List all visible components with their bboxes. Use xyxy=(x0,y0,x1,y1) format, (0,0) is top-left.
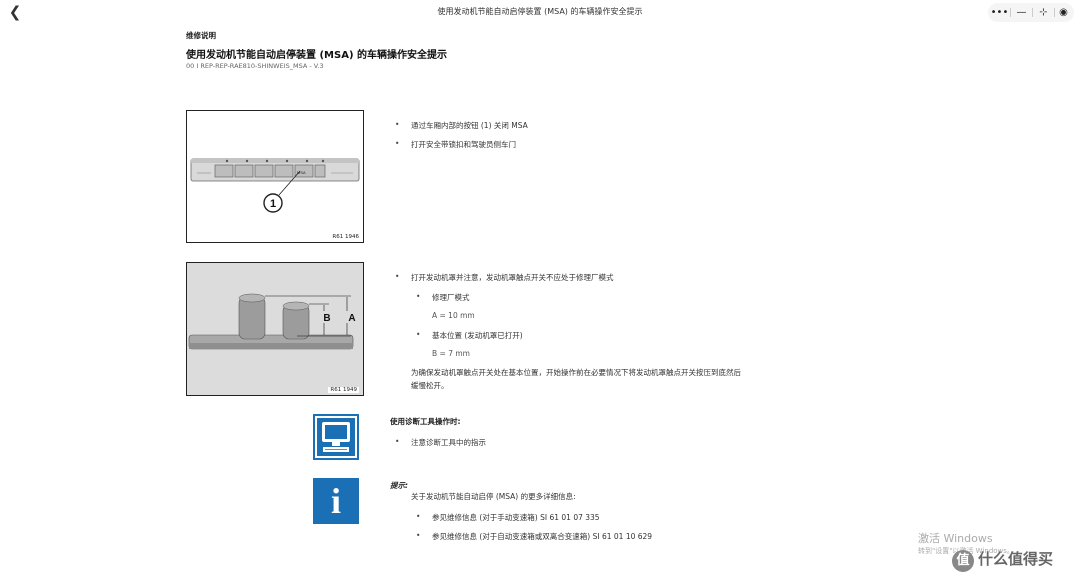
dimension-value: B = 7 mm xyxy=(432,349,470,358)
instruction-paragraph: 为确保发动机罩触点开关处在基本位置，开始操作前在必要情况下将发动机罩触点开关按压… xyxy=(411,368,741,390)
brand-logo-icon: 值 xyxy=(952,550,974,572)
title-bar: ❮ 使用发动机节能自动启停装置 (MSA) 的车辆操作安全提示 ••• — ⊹ … xyxy=(0,0,1080,26)
section-label: 维修说明 xyxy=(186,31,216,40)
diagnostic-monitor-icon xyxy=(313,414,359,460)
sub-list-item: 基本位置 (发动机罩已打开) xyxy=(416,330,523,341)
list-item: 参见维修信息 (对于自动变速箱或双离合变速箱) SI 61 01 10 629 xyxy=(416,531,652,542)
brand-watermark-text: 什么值得买 xyxy=(978,550,1054,568)
figure-reference: R61 1949 xyxy=(328,387,359,393)
more-icon[interactable]: ••• xyxy=(989,3,1010,22)
sub-list-item: 修理厂模式 xyxy=(416,292,469,303)
hood-switch-illustration: B A xyxy=(188,293,356,350)
document-reference: 00 I REP-REP-RAE810-SHINWEIS_MSA - V.3 xyxy=(186,62,324,70)
list-item: 注意诊断工具中的指示 xyxy=(395,437,486,448)
info-glyph: i xyxy=(330,481,341,521)
callout-number: 1 xyxy=(270,198,276,210)
activate-windows-watermark: 激活 Windows xyxy=(918,532,993,545)
list-item: 打开安全带锁扣和驾驶员侧车门 xyxy=(395,139,516,150)
minimize-icon[interactable]: — xyxy=(1011,3,1032,22)
dimension-b-label: B xyxy=(323,313,330,324)
dimension-a-label: A xyxy=(348,313,355,324)
close-icon[interactable]: ◉ xyxy=(1053,3,1074,22)
dimension-value: A = 10 mm xyxy=(432,311,475,320)
list-item: 打开发动机罩并注意，发动机罩触点开关不应处于修理厂模式 xyxy=(395,272,613,283)
list-item: 通过车厢内部的按钮 (1) 关闭 MSA xyxy=(395,120,528,131)
page-title: 使用发动机节能自动启停装置 (MSA) 的车辆操作安全提示 xyxy=(186,50,447,61)
window-title: 使用发动机节能自动启停装置 (MSA) 的车辆操作安全提示 xyxy=(437,7,643,16)
figure-hood-contact-switch: B A R61 1949 xyxy=(186,262,364,396)
diagnostic-heading: 使用诊断工具操作时: xyxy=(390,417,461,426)
collapse-icon[interactable]: ⊹ xyxy=(1033,3,1054,22)
figure-msa-button-panel: MSA 1 R61 1946 xyxy=(186,110,364,243)
info-icon: i xyxy=(313,478,359,524)
list-item: 参见维修信息 (对于手动变速箱) SI 61 01 07 335 xyxy=(416,512,600,523)
note-intro: 关于发动机节能自动启停 (MSA) 的更多详细信息: xyxy=(411,492,576,501)
note-heading: 提示: xyxy=(390,481,408,490)
mini-program-capsule: ••• — ⊹ ◉ xyxy=(988,3,1074,22)
figure-reference: R61 1946 xyxy=(332,234,359,240)
button-panel-illustration: MSA 1 xyxy=(190,158,360,213)
